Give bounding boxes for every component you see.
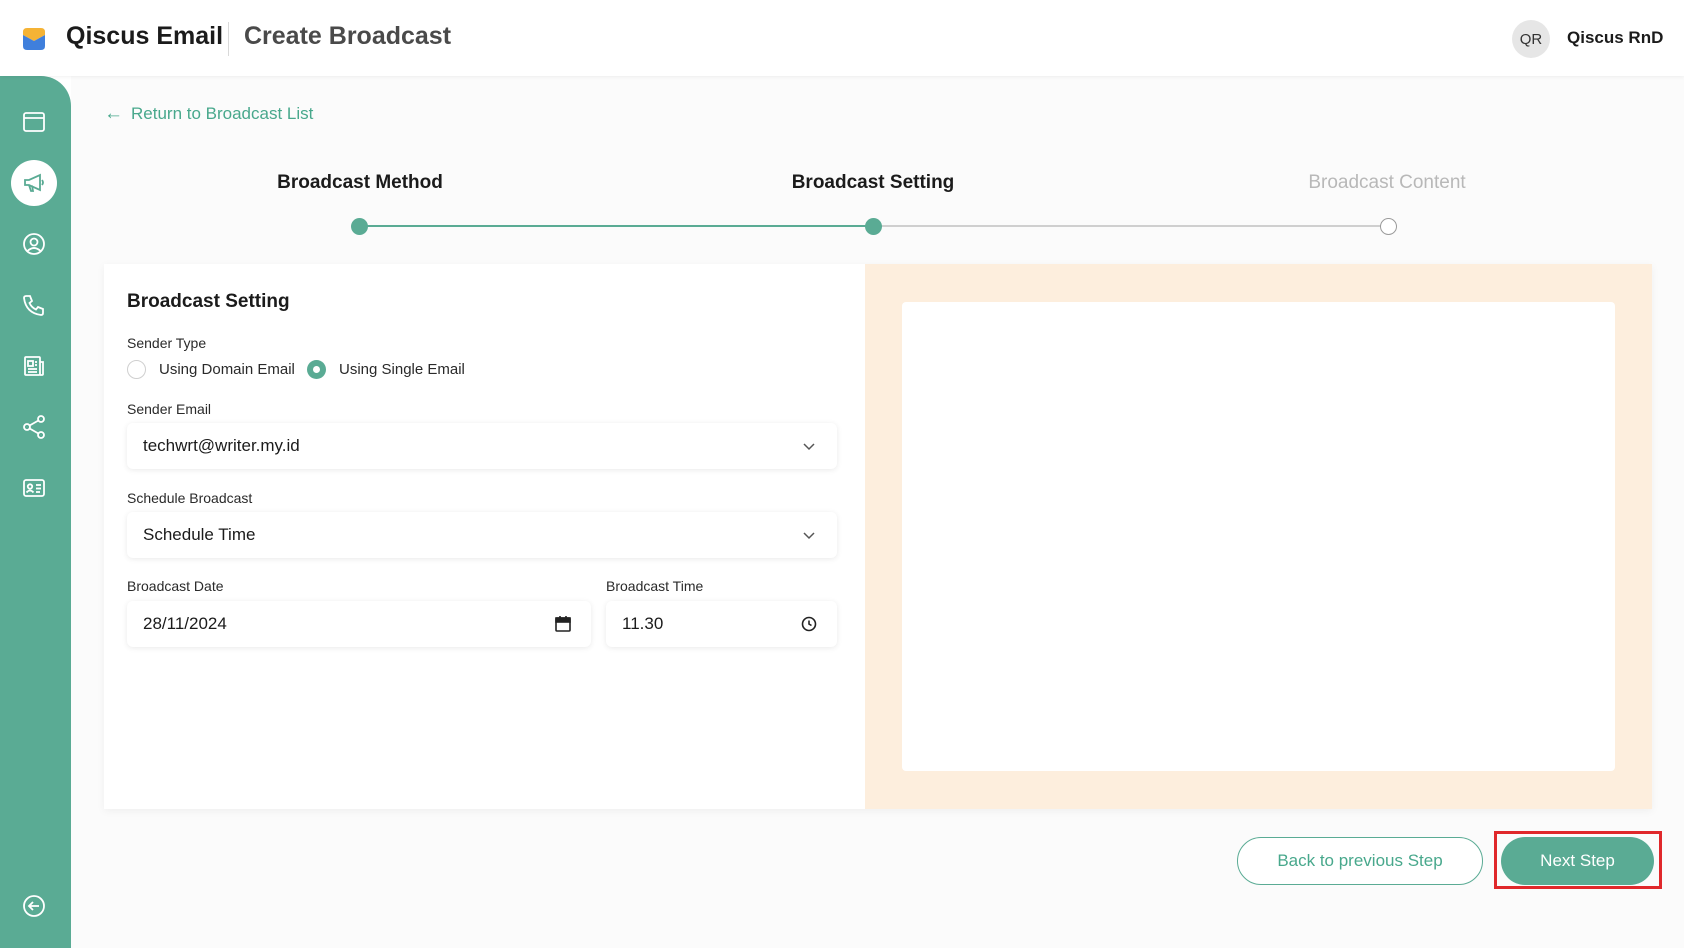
sidebar-item-broadcast[interactable] [11, 160, 57, 206]
return-to-list-link[interactable]: ← Return to Broadcast List [104, 103, 313, 125]
date-input[interactable]: 28/11/2024 [127, 601, 591, 647]
newspaper-icon [24, 356, 44, 376]
sidebar [0, 76, 71, 948]
step-progress-line-done [360, 225, 874, 227]
phone-icon [23, 295, 44, 316]
step-progress-line-pending [874, 225, 1388, 227]
sender-email-select[interactable]: techwrt@writer.my.id [127, 423, 837, 469]
brand-name: Qiscus Email [66, 22, 224, 50]
top-bar: Qiscus Email Create Broadcast QR Qiscus … [0, 0, 1684, 76]
megaphone-icon [24, 173, 44, 192]
share-icon [23, 415, 45, 439]
sidebar-item-calls[interactable] [11, 282, 57, 328]
id-card-icon [23, 479, 45, 497]
user-circle-icon [23, 233, 45, 255]
arrow-left-icon: ← [104, 103, 123, 124]
radio-domain-email[interactable] [127, 360, 146, 379]
sidebar-item-templates[interactable] [11, 343, 57, 389]
calendar-icon[interactable] [553, 614, 573, 634]
sidebar-item-profile[interactable] [11, 465, 57, 511]
return-link-label: Return to Broadcast List [131, 104, 314, 123]
radio-domain-email-label[interactable]: Using Domain Email [159, 361, 295, 378]
sidebar-collapse-button[interactable] [11, 883, 57, 929]
preview-box [902, 302, 1615, 771]
schedule-value: Schedule Time [143, 525, 256, 544]
chevron-down-icon [803, 532, 815, 540]
schedule-label: Schedule Broadcast [127, 490, 253, 506]
header-divider [228, 22, 229, 56]
chevron-down-icon [803, 443, 815, 451]
sender-email-label: Sender Email [127, 401, 212, 417]
email-logo-icon [23, 28, 45, 50]
sidebar-item-dashboard[interactable] [11, 99, 57, 145]
username[interactable]: Qiscus RnD [1567, 28, 1663, 48]
schedule-select[interactable]: Schedule Time [127, 512, 837, 558]
date-value: 28/11/2024 [143, 614, 227, 633]
step-dot-setting [865, 218, 882, 235]
avatar[interactable]: QR [1512, 20, 1550, 58]
next-step-button[interactable]: Next Step [1501, 837, 1654, 885]
radio-single-email[interactable] [307, 360, 326, 379]
sender-type-label: Sender Type [127, 335, 207, 351]
radio-single-email-label[interactable]: Using Single Email [339, 361, 465, 378]
collapse-left-icon [23, 895, 45, 917]
step-label-setting: Broadcast Setting [791, 172, 955, 193]
step-label-content: Broadcast Content [1308, 172, 1466, 193]
window-icon [23, 112, 45, 132]
clock-icon[interactable] [799, 614, 819, 634]
time-label: Broadcast Time [606, 578, 704, 594]
date-label: Broadcast Date [127, 578, 224, 594]
page-title: Create Broadcast [244, 22, 452, 50]
step-dot-content [1380, 218, 1397, 235]
step-label-method: Broadcast Method [277, 172, 443, 193]
sidebar-item-contacts[interactable] [11, 221, 57, 267]
sidebar-item-integrations[interactable] [11, 404, 57, 450]
time-value: 11.30 [622, 614, 664, 633]
back-to-previous-step-button[interactable]: Back to previous Step [1237, 837, 1483, 885]
section-title: Broadcast Setting [127, 291, 290, 312]
time-input[interactable]: 11.30 [606, 601, 837, 647]
step-dot-method [351, 218, 368, 235]
sender-email-value: techwrt@writer.my.id [143, 436, 300, 455]
